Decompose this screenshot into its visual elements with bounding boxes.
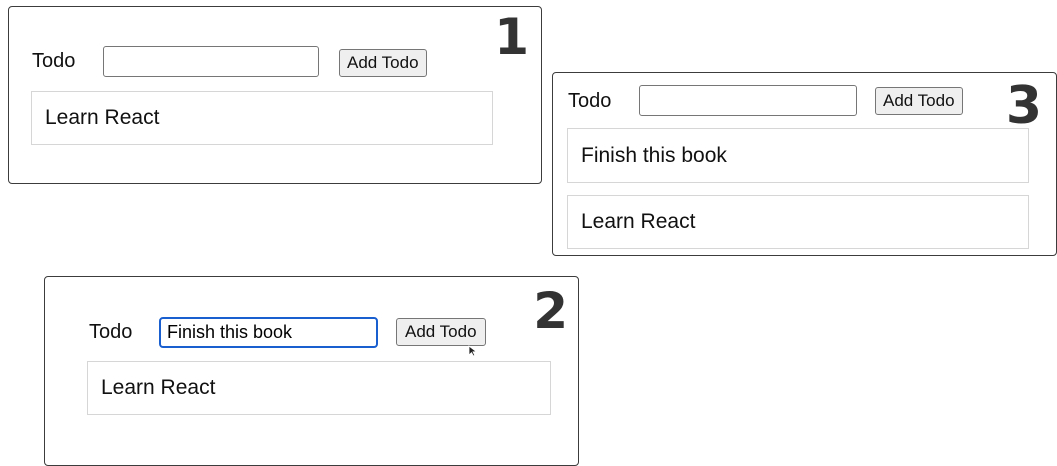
step-2-panel: 2 Todo Add Todo Learn React: [44, 276, 579, 466]
todo-item-text: Finish this book: [581, 143, 727, 167]
todo-label: Todo: [568, 90, 612, 112]
todo-input[interactable]: [159, 317, 378, 348]
step-number: 2: [533, 282, 568, 340]
todo-label: Todo: [89, 321, 133, 343]
add-todo-button[interactable]: Add Todo: [396, 318, 486, 346]
todo-item-text: Learn React: [45, 106, 160, 129]
step-1-panel: 1 Todo Add Todo Learn React: [8, 6, 542, 184]
add-todo-button[interactable]: Add Todo: [339, 49, 427, 77]
todo-input[interactable]: [639, 85, 857, 116]
todo-list-item: Finish this book: [567, 128, 1029, 183]
step-number: 3: [1005, 76, 1042, 136]
todo-item-text: Learn React: [581, 210, 696, 233]
todo-list-item: Learn React: [87, 361, 551, 415]
step-number: 1: [494, 8, 529, 66]
todo-list-item: Learn React: [31, 91, 493, 145]
todo-item-text: Learn React: [101, 376, 216, 399]
mouse-pointer-icon: [468, 345, 478, 357]
step-3-panel: 3 Todo Add Todo Finish this book Learn R…: [552, 72, 1057, 256]
todo-input[interactable]: [103, 46, 319, 77]
todo-list-item: Learn React: [567, 195, 1029, 249]
todo-label: Todo: [32, 50, 76, 72]
add-todo-button[interactable]: Add Todo: [875, 87, 963, 115]
